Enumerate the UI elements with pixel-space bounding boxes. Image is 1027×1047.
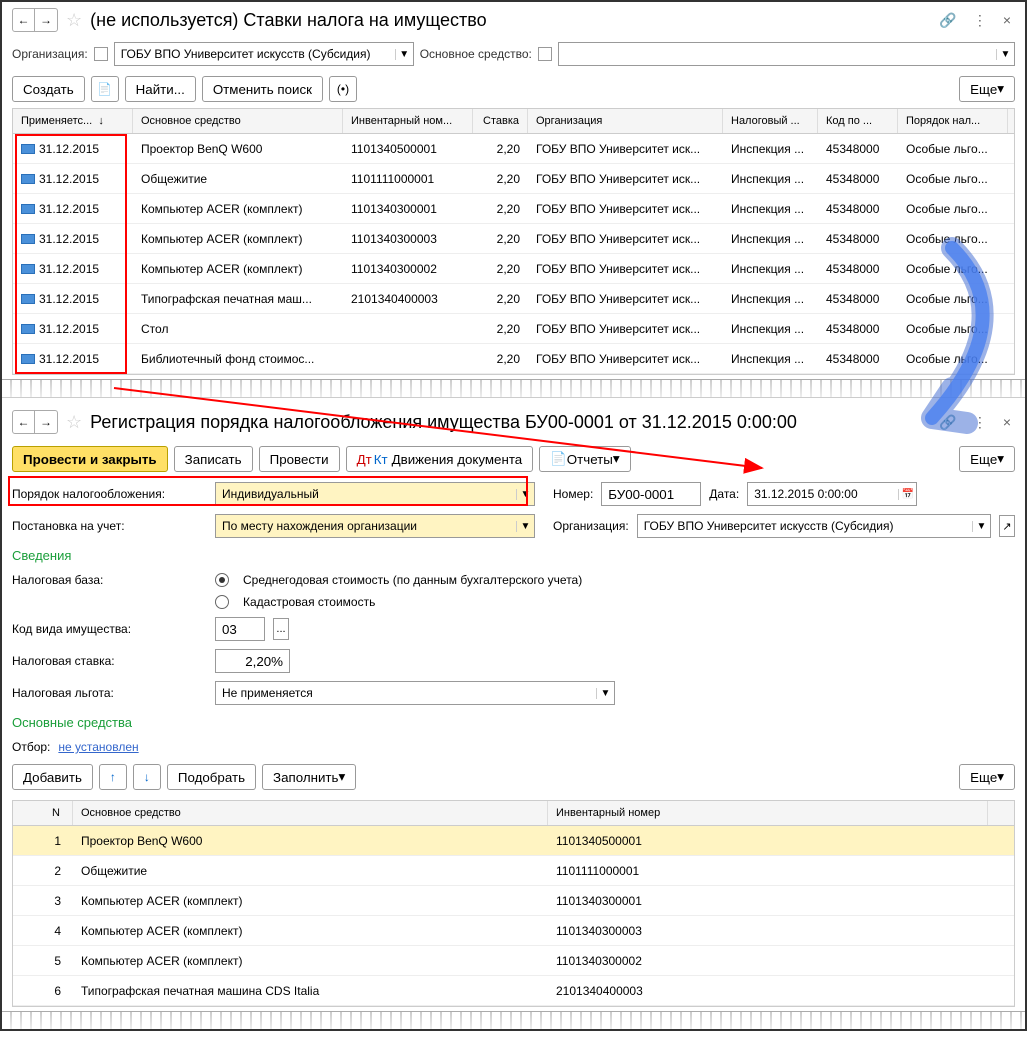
- asset-checkbox[interactable]: [538, 47, 552, 61]
- find-button[interactable]: Найти...: [125, 76, 196, 102]
- tax-rate-label: Налоговая ставка:: [12, 654, 207, 668]
- asset-label: Основное средство:: [420, 47, 532, 61]
- date-value[interactable]: 31.12.2015 0:00:00: [748, 485, 898, 503]
- table-row[interactable]: 3Компьютер ACER (комплект)1101340300001: [13, 886, 1014, 916]
- bottom-grid: N Основное средство Инвентарный номер 1П…: [12, 800, 1015, 1007]
- property-code-label: Код вида имущества:: [12, 622, 207, 636]
- more-button[interactable]: Еще ▾: [959, 446, 1015, 472]
- number-label: Номер:: [553, 487, 593, 501]
- top-grid: Применяетс... ↓ Основное средство Инвент…: [12, 108, 1015, 375]
- table-row[interactable]: 31.12.2015 Компьютер ACER (комплект)1101…: [13, 254, 1014, 284]
- registration-value[interactable]: По месту нахождения организации: [216, 517, 516, 535]
- reports-button[interactable]: 📄 Отчеты ▾: [539, 446, 630, 472]
- asset-value[interactable]: [559, 52, 996, 56]
- row-icon: [21, 294, 35, 304]
- org-value[interactable]: ГОБУ ВПО Университет искусств (Субсидия): [638, 517, 972, 535]
- filter-link[interactable]: не установлен: [58, 740, 138, 754]
- table-row[interactable]: 31.12.2015 Компьютер ACER (комплект)1101…: [13, 194, 1014, 224]
- chevron-down-icon[interactable]: ▼: [596, 688, 614, 699]
- menu-icon[interactable]: ⋮: [969, 414, 991, 431]
- link-icon[interactable]: 🔗: [935, 414, 960, 431]
- save-button[interactable]: Записать: [174, 446, 253, 472]
- move-up-button[interactable]: ↑: [99, 764, 127, 790]
- filter-label: Отбор:: [12, 740, 50, 754]
- ellipsis-button[interactable]: ...: [273, 618, 289, 640]
- date-label: Дата:: [709, 487, 739, 501]
- add-button[interactable]: Добавить: [12, 764, 93, 790]
- property-code-field[interactable]: [215, 617, 265, 641]
- tax-order-label: Порядок налогообложения:: [12, 487, 207, 501]
- table-row[interactable]: 31.12.2015 Типографская печатная маш...2…: [13, 284, 1014, 314]
- registration-label: Постановка на учет:: [12, 519, 207, 533]
- more-button[interactable]: Еще ▾: [959, 76, 1015, 102]
- post-close-button[interactable]: Провести и закрыть: [12, 446, 168, 472]
- page-title: (не используется) Ставки налога на имуще…: [90, 10, 931, 31]
- movements-button[interactable]: ДтКтДвижения документа: [346, 446, 534, 472]
- move-down-button[interactable]: ↓: [133, 764, 161, 790]
- section-info: Сведения: [2, 542, 1025, 569]
- table-row[interactable]: 2Общежитие1101111000001: [13, 856, 1014, 886]
- table-row[interactable]: 31.12.2015 Стол2,20 ГОБУ ВПО Университет…: [13, 314, 1014, 344]
- post-button[interactable]: Провести: [259, 446, 340, 472]
- favorite-icon[interactable]: ☆: [62, 10, 86, 31]
- page-title: Регистрация порядка налогообложения имущ…: [90, 412, 931, 433]
- table-row[interactable]: 1Проектор BenQ W6001101340500001: [13, 826, 1014, 856]
- radio-cadastral-label: Кадастровая стоимость: [243, 595, 375, 609]
- chevron-down-icon[interactable]: ▼: [996, 49, 1014, 60]
- torn-edge-decoration: [2, 379, 1025, 397]
- close-icon[interactable]: ×: [999, 414, 1015, 431]
- table-row[interactable]: 4Компьютер ACER (комплект)1101340300003: [13, 916, 1014, 946]
- link-icon[interactable]: 🔗: [935, 12, 960, 29]
- radio-tower-icon[interactable]: (•): [329, 76, 357, 102]
- row-icon: [21, 204, 35, 214]
- table-row[interactable]: 31.12.2015 Библиотечный фонд стоимос...2…: [13, 344, 1014, 374]
- row-icon: [21, 354, 35, 364]
- back-button[interactable]: ←: [13, 9, 35, 31]
- org-label: Организация:: [553, 519, 629, 533]
- calendar-icon[interactable]: 📅: [898, 489, 916, 500]
- table-row[interactable]: 5Компьютер ACER (комплект)1101340300002: [13, 946, 1014, 976]
- tax-base-label: Налоговая база:: [12, 573, 207, 587]
- number-field[interactable]: [601, 482, 701, 506]
- table-row[interactable]: 31.12.2015 Проектор BenQ W60011013405000…: [13, 134, 1014, 164]
- back-button[interactable]: ←: [13, 411, 35, 433]
- tax-rate-field[interactable]: [215, 649, 290, 673]
- chevron-down-icon[interactable]: ▼: [516, 521, 534, 532]
- chevron-down-icon[interactable]: ▼: [395, 49, 413, 60]
- table-row[interactable]: 31.12.2015 Компьютер ACER (комплект)1101…: [13, 224, 1014, 254]
- row-icon: [21, 144, 35, 154]
- cancel-search-button[interactable]: Отменить поиск: [202, 76, 323, 102]
- forward-button[interactable]: →: [35, 9, 57, 31]
- row-icon: [21, 324, 35, 334]
- table-row[interactable]: 6Типографская печатная машина CDS Italia…: [13, 976, 1014, 1006]
- torn-edge-decoration: [2, 1011, 1025, 1029]
- row-icon: [21, 174, 35, 184]
- fill-button[interactable]: Заполнить ▾: [262, 764, 356, 790]
- radio-cadastral[interactable]: [215, 595, 229, 609]
- tax-benefit-value[interactable]: Не применяется: [216, 684, 596, 702]
- section-assets: Основные средства: [2, 709, 1025, 736]
- more-button[interactable]: Еще ▾: [959, 764, 1015, 790]
- forward-button[interactable]: →: [35, 411, 57, 433]
- chevron-down-icon[interactable]: ▼: [972, 521, 990, 532]
- org-value[interactable]: ГОБУ ВПО Университет искусств (Субсидия): [115, 45, 395, 63]
- tax-order-value[interactable]: Индивидуальный: [216, 485, 516, 503]
- open-external-icon[interactable]: ↗: [999, 515, 1015, 537]
- favorite-icon[interactable]: ☆: [62, 412, 86, 433]
- menu-icon[interactable]: ⋮: [969, 12, 991, 29]
- tax-benefit-label: Налоговая льгота:: [12, 686, 207, 700]
- chevron-down-icon[interactable]: ▼: [516, 489, 534, 500]
- pick-button[interactable]: Подобрать: [167, 764, 256, 790]
- org-checkbox[interactable]: [94, 47, 108, 61]
- radio-avg-label: Среднегодовая стоимость (по данным бухга…: [243, 573, 582, 587]
- close-icon[interactable]: ×: [999, 12, 1015, 29]
- create-button[interactable]: Создать: [12, 76, 85, 102]
- table-row[interactable]: 31.12.2015 Общежитие11011110000012,20 ГО…: [13, 164, 1014, 194]
- row-icon: [21, 264, 35, 274]
- copy-button[interactable]: 📄: [91, 76, 119, 102]
- org-label: Организация:: [12, 47, 88, 61]
- row-icon: [21, 234, 35, 244]
- radio-avg-value[interactable]: [215, 573, 229, 587]
